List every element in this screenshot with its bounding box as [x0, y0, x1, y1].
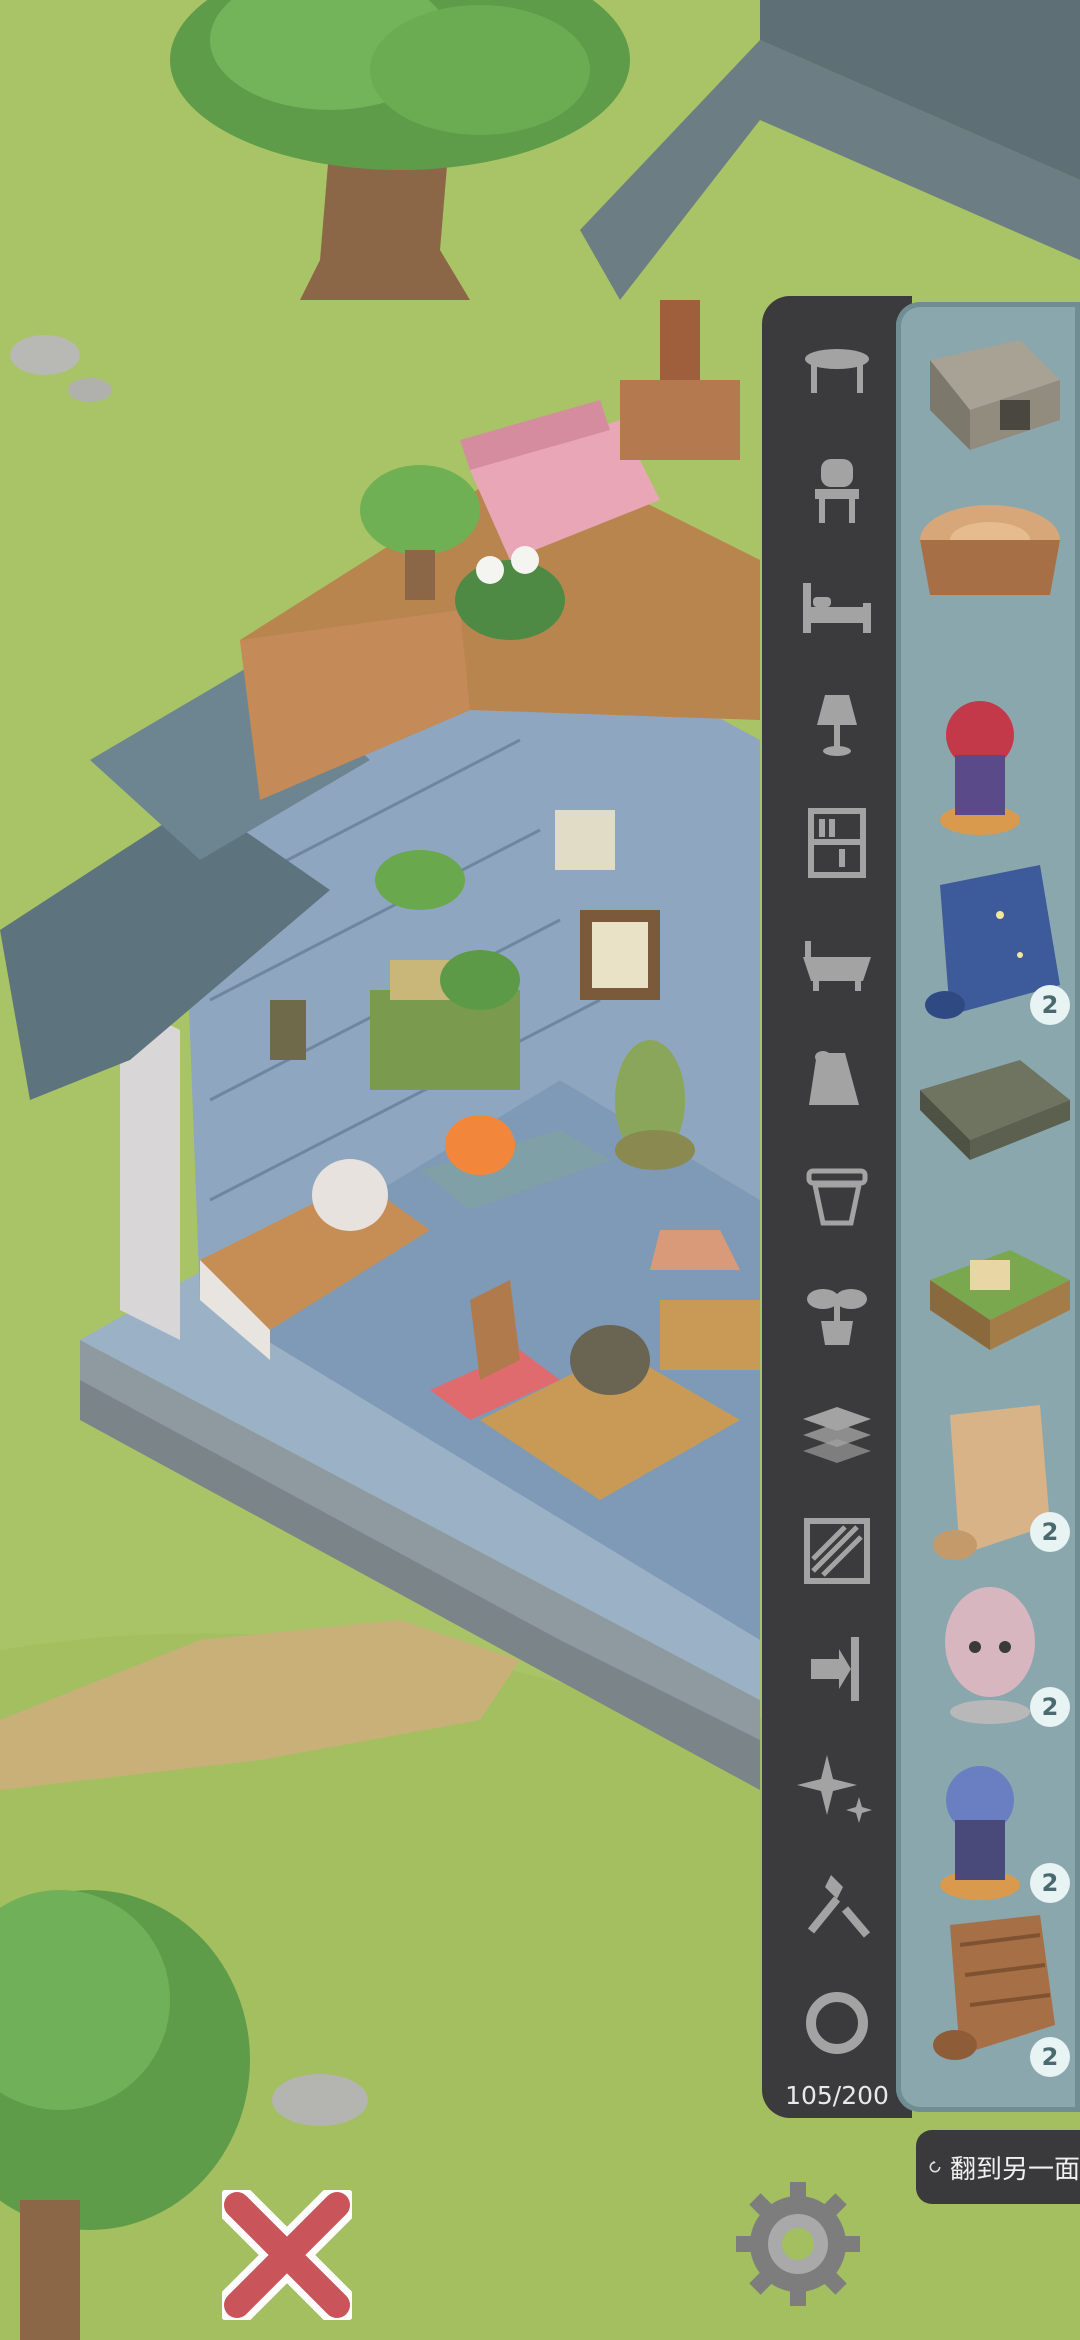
category-decor[interactable] — [782, 1732, 892, 1842]
lamp-icon — [817, 695, 857, 756]
item-stone-stove[interactable] — [930, 340, 1060, 450]
wallpaper-icon — [804, 1518, 870, 1584]
qty-badge-wood-scroll: 2 — [1030, 2037, 1070, 2077]
tools-icon — [807, 1875, 871, 1938]
item-wood-scroll[interactable] — [933, 1915, 1055, 2060]
flip-side-button[interactable]: 翻到另一面 — [916, 2130, 1080, 2204]
bed-icon — [803, 583, 871, 633]
close-button[interactable] — [222, 2190, 352, 2320]
close-icon — [222, 2190, 352, 2320]
qty-badge-squid-figurine: 2 — [1030, 1687, 1070, 1727]
gear-icon — [736, 2182, 860, 2306]
table-icon — [805, 349, 869, 393]
category-shelf[interactable] — [782, 788, 892, 898]
qty-badge-starry-scroll: 2 — [1030, 985, 1070, 1025]
flowerpot-icon — [806, 1168, 868, 1226]
item-planter-box[interactable] — [930, 1250, 1070, 1350]
inventory-count: 105/200 — [785, 2081, 889, 2110]
category-floor[interactable] — [782, 1378, 892, 1488]
bathtub-icon — [803, 941, 871, 991]
category-sidebar: 105/200 — [762, 296, 912, 2118]
category-tool[interactable] — [782, 1850, 892, 1960]
category-lamp[interactable] — [782, 670, 892, 780]
item-squid-figurine[interactable] — [945, 1587, 1035, 1724]
chair-icon — [815, 459, 859, 523]
category-wall[interactable] — [782, 1496, 892, 1606]
category-pot[interactable] — [782, 1142, 892, 1252]
ring-icon — [806, 1992, 868, 2054]
sparkle-icon — [797, 1755, 872, 1823]
item-blue-figurine[interactable] — [940, 1766, 1020, 1900]
category-bed[interactable] — [782, 552, 892, 662]
floor-planks-icon — [803, 1407, 871, 1463]
item-list — [920, 340, 1070, 2060]
category-table[interactable] — [782, 316, 892, 426]
bookshelf-icon — [808, 808, 866, 878]
flip-side-label: 翻到另一面 — [949, 2154, 1080, 2185]
item-red-figurine[interactable] — [940, 701, 1020, 835]
plant-icon — [807, 1289, 867, 1345]
rotate-icon — [929, 2160, 941, 2173]
category-bath[interactable] — [782, 906, 892, 1016]
category-door[interactable] — [782, 1614, 892, 1724]
category-rug[interactable] — [782, 1024, 892, 1134]
item-low-table[interactable] — [920, 1060, 1070, 1160]
qty-badge-parchment-scroll: 2 — [1030, 1512, 1070, 1552]
category-chair[interactable] — [782, 434, 892, 544]
item-tree-stump[interactable] — [920, 505, 1060, 595]
door-icon — [811, 1637, 859, 1701]
settings-button[interactable] — [736, 2182, 860, 2306]
qty-badge-blue-figurine: 2 — [1030, 1863, 1070, 1903]
category-special[interactable] — [782, 1968, 892, 2078]
category-plant[interactable] — [782, 1260, 892, 1370]
rug-icon — [809, 1051, 859, 1105]
